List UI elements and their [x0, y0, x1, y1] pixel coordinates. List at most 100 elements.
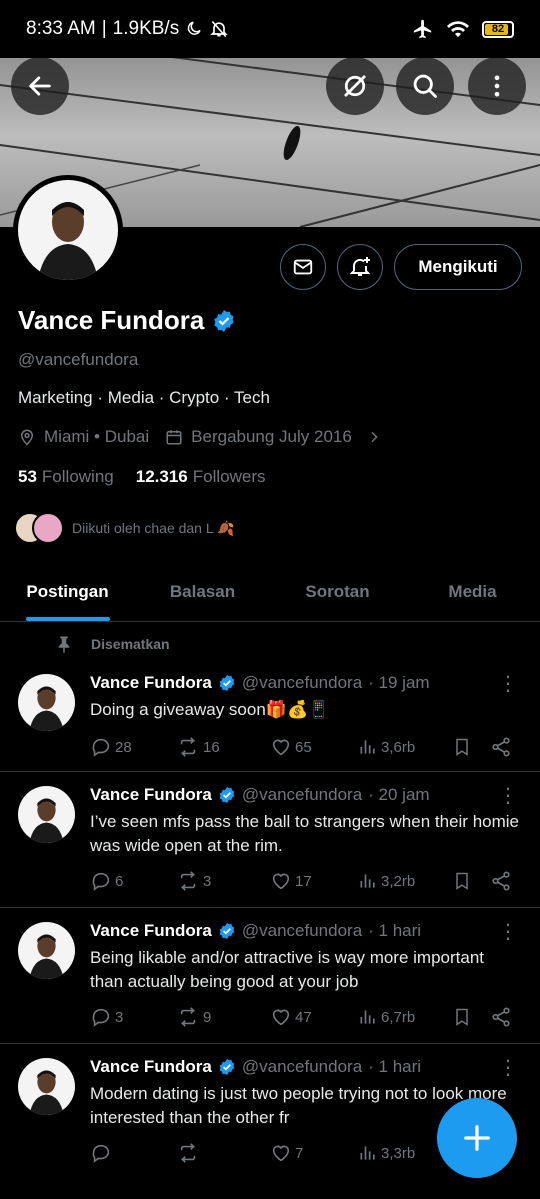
bookmark-button[interactable]	[452, 736, 490, 758]
followed-by[interactable]: Diikuti oleh chae dan L 🍂	[14, 512, 234, 544]
verified-badge-icon	[214, 309, 235, 332]
views-icon	[360, 1146, 375, 1160]
tweet-more-button[interactable]: ⋮	[498, 1055, 518, 1080]
grok-icon	[344, 75, 366, 97]
tweet-time: · 1 hari	[368, 921, 422, 940]
share-button[interactable]	[490, 736, 512, 758]
retweet-icon	[180, 1007, 196, 1027]
retweet-icon	[180, 1143, 196, 1163]
chevron-right-icon[interactable]	[366, 429, 382, 445]
reply-button[interactable]: 28	[90, 736, 176, 758]
like-icon	[272, 739, 290, 756]
share-button[interactable]	[490, 1006, 512, 1028]
back-button[interactable]	[11, 57, 69, 115]
reply-button[interactable]	[90, 1142, 176, 1164]
retweet-button[interactable]	[176, 1142, 270, 1164]
notify-button[interactable]	[337, 244, 383, 290]
profile-joined: Bergabung July 2016	[191, 427, 352, 446]
reply-icon	[92, 1008, 110, 1027]
tweet-avatar[interactable]	[18, 674, 75, 731]
message-button[interactable]	[280, 244, 326, 290]
retweet-icon	[180, 737, 196, 757]
status-bar: 8:33 AM | 1.9KB/s 82	[0, 0, 540, 58]
reply-icon	[92, 738, 110, 757]
reply-button[interactable]: 3	[90, 1006, 176, 1028]
tweet-avatar[interactable]	[18, 786, 75, 843]
like-button[interactable]: 17	[270, 870, 358, 892]
profile-meta: Miami • Dubai Bergabung July 2016	[18, 427, 382, 447]
like-button[interactable]: 65	[270, 736, 358, 758]
tab-media[interactable]: Media	[405, 562, 540, 621]
followers-link[interactable]: 12.316 Followers	[136, 467, 266, 487]
following-button[interactable]: Mengikuti	[394, 244, 522, 290]
grok-button[interactable]	[326, 57, 384, 115]
following-link[interactable]: 53 Following	[18, 467, 114, 487]
verified-badge-icon	[219, 1058, 235, 1076]
airplane-icon	[413, 19, 432, 39]
more-options-button[interactable]	[468, 57, 526, 115]
tweet-more-button[interactable]: ⋮	[498, 671, 518, 696]
tweet-text: Doing a giveaway soon🎁💰📱	[90, 700, 330, 719]
reply-button[interactable]: 6	[90, 870, 176, 892]
wifi-icon	[447, 21, 469, 37]
tweet-header: Vance Fundora @vancefundora · 1 hari	[90, 1057, 421, 1077]
battery-icon: 82	[482, 20, 514, 38]
bookmark-icon	[456, 738, 468, 756]
tweet-time: · 19 jam	[368, 673, 430, 692]
compose-button[interactable]	[437, 1098, 517, 1178]
bookmark-button[interactable]	[452, 1006, 490, 1028]
profile-name-row: Vance Fundora	[18, 305, 236, 336]
share-icon	[492, 1007, 510, 1027]
tweet[interactable]: Vance Fundora @vancefundora · 19 jam ⋮ Doing…	[0, 660, 540, 772]
tweet-avatar[interactable]	[18, 922, 75, 979]
mail-icon	[293, 259, 313, 275]
retweet-button[interactable]: 9	[176, 1006, 270, 1028]
profile-avatar[interactable]	[13, 175, 123, 285]
tweet-time: · 1 hari	[368, 1057, 422, 1076]
profile-tabs: Postingan Balasan Sorotan Media	[0, 562, 540, 622]
views-button[interactable]: 3,2rb	[358, 871, 452, 891]
bookmark-icon	[456, 872, 468, 890]
tab-postingan[interactable]: Postingan	[0, 562, 135, 621]
bell-off-icon	[210, 20, 228, 38]
tweet-author-name[interactable]: Vance Fundora	[90, 785, 212, 805]
tweet-text: I’ve seen mfs pass the ball to strangers…	[90, 812, 519, 855]
tweet-more-button[interactable]: ⋮	[498, 783, 518, 808]
tweet-author-name[interactable]: Vance Fundora	[90, 1057, 212, 1077]
bookmark-icon	[456, 1008, 468, 1026]
profile-bio: Marketing · Media · Crypto · Tech	[18, 388, 270, 407]
profile-name: Vance Fundora	[18, 305, 205, 335]
tweet-avatar[interactable]	[18, 1058, 75, 1115]
tweet-header: Vance Fundora @vancefundora · 19 jam	[90, 673, 430, 693]
tweet-author-handle: @vancefundora	[241, 673, 363, 692]
tweet-author-name[interactable]: Vance Fundora	[90, 921, 212, 941]
location-icon	[20, 429, 34, 446]
more-vertical-icon	[494, 75, 500, 97]
search-button[interactable]	[396, 57, 454, 115]
reply-icon	[92, 872, 110, 891]
tweet[interactable]: Vance Fundora @vancefundora · 20 jam ⋮ I’ve …	[0, 772, 540, 908]
profile-handle: @vancefundora	[18, 350, 139, 369]
follower-avatar	[32, 512, 64, 544]
views-button[interactable]: 6,7rb	[358, 1007, 452, 1027]
tweet-author-handle: @vancefundora	[241, 921, 363, 940]
share-button[interactable]	[490, 870, 512, 892]
moon-icon	[187, 21, 201, 35]
views-button[interactable]: 3,6rb	[358, 737, 452, 757]
arrow-left-icon	[29, 76, 51, 96]
tweet-author-name[interactable]: Vance Fundora	[90, 673, 212, 693]
search-icon	[413, 74, 437, 98]
verified-badge-icon	[219, 674, 235, 692]
tweet-author-handle: @vancefundora	[241, 785, 363, 804]
tweet-more-button[interactable]: ⋮	[498, 919, 518, 944]
like-button[interactable]: 47	[270, 1006, 358, 1028]
tweet-header: Vance Fundora @vancefundora · 20 jam	[90, 785, 430, 805]
tweet[interactable]: Vance Fundora @vancefundora · 1 hari ⋮ Being…	[0, 908, 540, 1044]
tab-balasan[interactable]: Balasan	[135, 562, 270, 621]
retweet-button[interactable]: 16	[176, 736, 270, 758]
bookmark-button[interactable]	[452, 870, 490, 892]
tweet-actions: 3 9 47 6,7rb	[90, 1006, 520, 1028]
tab-sorotan[interactable]: Sorotan	[270, 562, 405, 621]
like-button[interactable]: 7	[270, 1142, 358, 1164]
retweet-button[interactable]: 3	[176, 870, 270, 892]
